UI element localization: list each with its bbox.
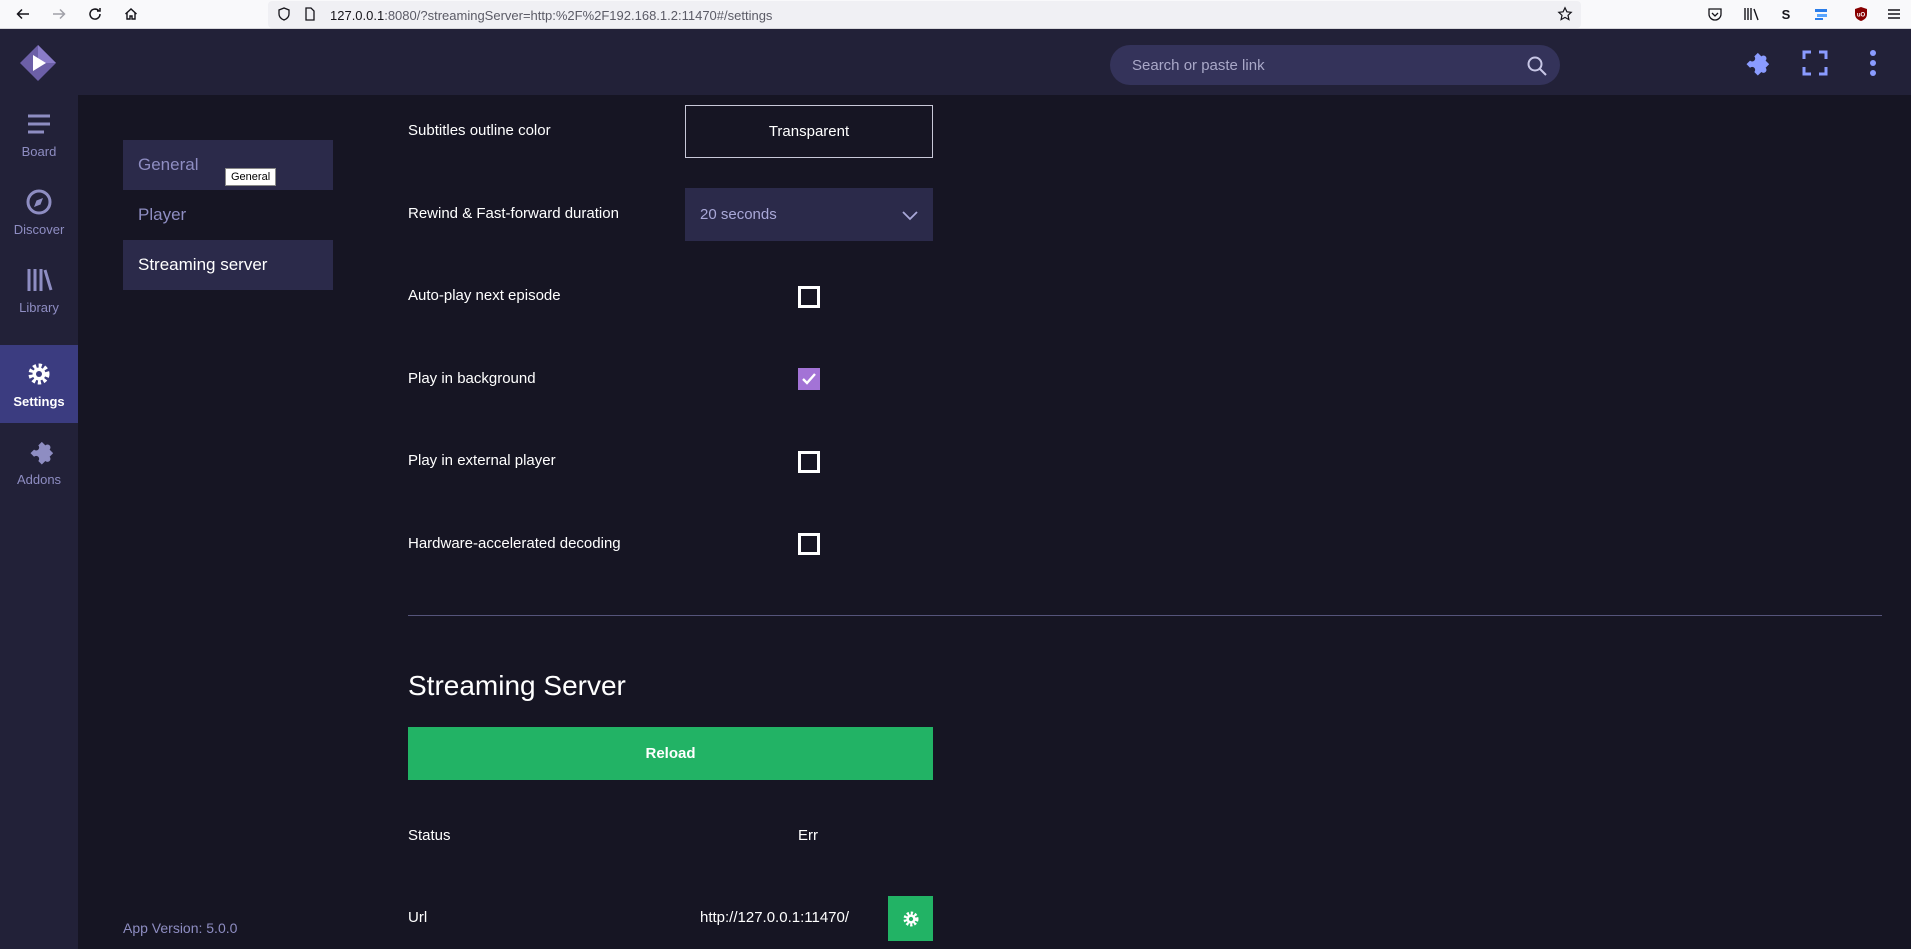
arrow-left-icon bbox=[16, 8, 29, 20]
address-bar[interactable]: 127.0.0.1:8080/?streamingServer=http:%2F… bbox=[268, 1, 1581, 28]
home-icon bbox=[125, 8, 137, 20]
status-value: Err bbox=[798, 827, 818, 844]
browser-toolbar: 127.0.0.1:8080/?streamingServer=http:%2F… bbox=[0, 0, 1911, 29]
page-icon bbox=[305, 7, 315, 21]
nav-label-addons: Addons bbox=[16, 471, 62, 487]
autoplay-checkbox[interactable] bbox=[798, 286, 820, 308]
section-player-label: Player bbox=[138, 205, 187, 224]
nav-item-library[interactable]: Library bbox=[0, 251, 78, 329]
nav-item-settings[interactable]: Settings bbox=[0, 345, 78, 423]
extension-s-icon[interactable]: S bbox=[1777, 5, 1795, 23]
url-text: 127.0.0.1:8080/?streamingServer=http:%2F… bbox=[330, 8, 772, 23]
section-streaming-server[interactable]: Streaming server bbox=[123, 240, 333, 290]
more-vertical-icon bbox=[1870, 50, 1876, 76]
library-books-icon[interactable] bbox=[1743, 5, 1761, 23]
url-label: Url bbox=[408, 909, 428, 926]
extension-stack-icon[interactable] bbox=[1812, 5, 1830, 23]
nav-label-library: Library bbox=[19, 299, 59, 315]
ublock-icon[interactable]: uO bbox=[1852, 5, 1870, 23]
app-header bbox=[0, 29, 1911, 95]
nav-label-settings: Settings bbox=[13, 393, 65, 409]
hw-decoding-checkbox[interactable] bbox=[798, 533, 820, 555]
forward-button[interactable] bbox=[48, 3, 70, 25]
configure-server-button[interactable] bbox=[888, 896, 933, 941]
url-path: :8080/?streamingServer=http:%2F%2F192.16… bbox=[384, 8, 773, 23]
back-button[interactable] bbox=[12, 3, 34, 25]
search-input[interactable] bbox=[1132, 45, 1512, 85]
home-button[interactable] bbox=[120, 3, 142, 25]
refresh-icon bbox=[89, 8, 101, 20]
nav-item-addons[interactable]: Addons bbox=[0, 423, 78, 501]
arrow-right-icon bbox=[53, 8, 66, 20]
tooltip: General bbox=[225, 168, 277, 186]
nav-item-board[interactable]: Board bbox=[0, 95, 78, 173]
app-version: App Version: 5.0.0 bbox=[123, 920, 238, 936]
menu-icon bbox=[28, 114, 50, 133]
addons-header-button[interactable] bbox=[1737, 45, 1773, 81]
stremio-logo-icon[interactable] bbox=[18, 43, 58, 83]
play-background-checkbox[interactable] bbox=[798, 368, 820, 390]
status-label: Status bbox=[408, 827, 451, 844]
play-background-label: Play in background bbox=[408, 370, 536, 387]
more-menu-button[interactable] bbox=[1855, 45, 1891, 81]
chevron-down-icon bbox=[902, 211, 918, 221]
nav-item-discover[interactable]: Discover bbox=[0, 173, 78, 251]
section-player[interactable]: Player bbox=[123, 190, 333, 240]
rewind-duration-label: Rewind & Fast-forward duration bbox=[408, 205, 619, 222]
puzzle-icon bbox=[1746, 52, 1769, 76]
hw-decoding-label: Hardware-accelerated decoding bbox=[408, 535, 621, 552]
nav-label-discover: Discover bbox=[13, 221, 65, 237]
fullscreen-button[interactable] bbox=[1797, 45, 1833, 81]
hamburger-menu-icon[interactable] bbox=[1885, 5, 1903, 23]
reload-page-button[interactable] bbox=[84, 3, 106, 25]
nav-label-board: Board bbox=[21, 143, 57, 159]
svg-text:uO: uO bbox=[1857, 13, 1866, 19]
external-player-checkbox[interactable] bbox=[798, 451, 820, 473]
search-icon[interactable] bbox=[1526, 55, 1548, 77]
fullscreen-icon bbox=[1802, 50, 1828, 76]
checkmark-icon bbox=[802, 373, 816, 385]
star-icon[interactable] bbox=[1557, 6, 1573, 22]
rewind-duration-select[interactable]: 20 seconds bbox=[685, 188, 933, 241]
puzzle-icon bbox=[30, 441, 53, 464]
divider bbox=[408, 615, 1882, 616]
section-streaming-server-label: Streaming server bbox=[138, 255, 268, 274]
compass-icon bbox=[26, 189, 52, 214]
shield-icon bbox=[278, 7, 290, 21]
library-icon bbox=[27, 268, 53, 291]
autoplay-label: Auto-play next episode bbox=[408, 287, 561, 304]
streaming-server-title: Streaming Server bbox=[408, 670, 626, 701]
outline-color-label: Subtitles outline color bbox=[408, 122, 551, 139]
gear-icon bbox=[28, 363, 50, 384]
gear-icon bbox=[903, 911, 918, 926]
url-host: 127.0.0.1 bbox=[330, 8, 385, 23]
outline-color-button[interactable]: Transparent bbox=[685, 105, 933, 158]
search-bar[interactable] bbox=[1110, 45, 1560, 85]
pocket-icon[interactable] bbox=[1706, 5, 1724, 23]
external-player-label: Play in external player bbox=[408, 452, 556, 469]
section-general-label: General bbox=[138, 155, 199, 174]
server-url-value: http://127.0.0.1:11470/ bbox=[700, 909, 850, 926]
left-nav: Board Discover Library Settings Addons bbox=[0, 95, 78, 949]
reload-button[interactable]: Reload bbox=[408, 727, 933, 780]
rewind-duration-value: 20 seconds bbox=[700, 206, 777, 223]
